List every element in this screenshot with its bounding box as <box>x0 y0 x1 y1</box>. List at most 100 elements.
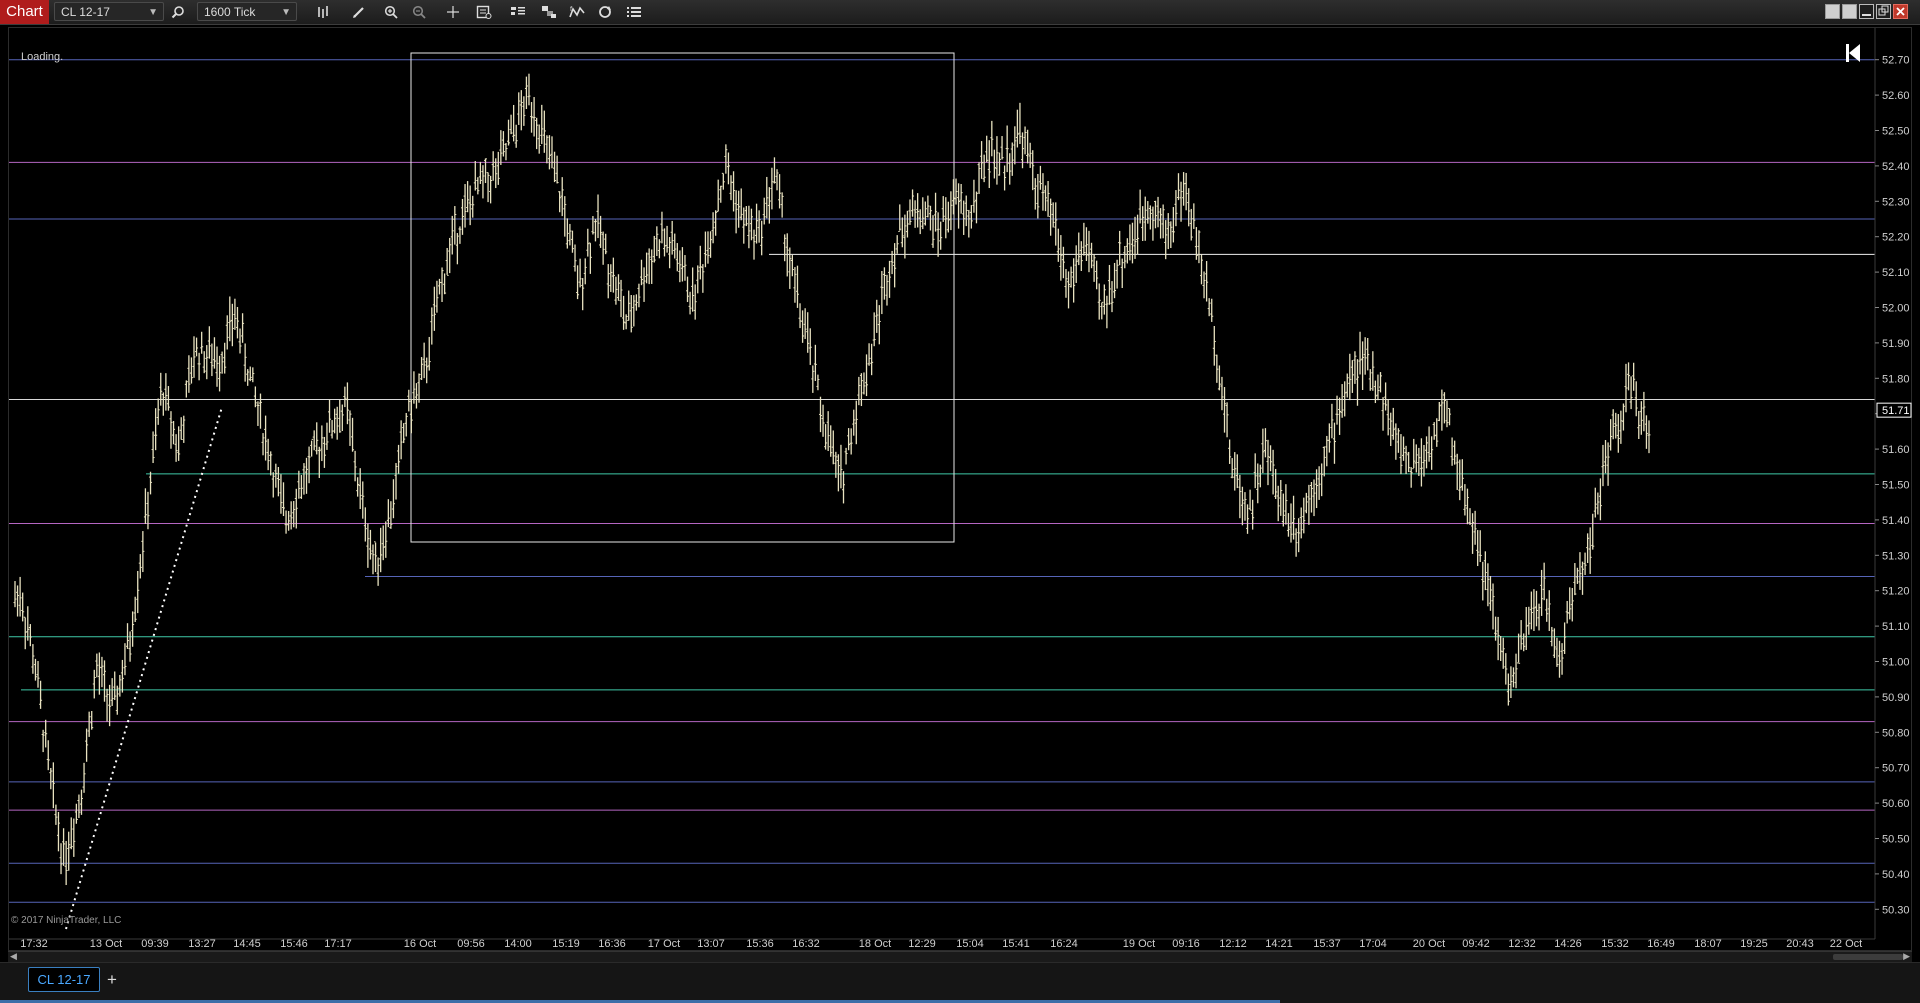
x-tick-label: 18 Oct <box>859 938 891 950</box>
x-tick-label: 15:36 <box>746 938 774 950</box>
y-tick-label: 52.30 <box>1882 196 1910 208</box>
y-tick-label: 51.60 <box>1882 444 1910 456</box>
x-tick-label: 15:32 <box>1601 938 1629 950</box>
x-tick-label: 18:07 <box>1694 938 1722 950</box>
chart-title-tab[interactable]: Chart <box>0 0 49 24</box>
zoom-in-icon[interactable] <box>381 2 401 22</box>
y-tick-label: 52.50 <box>1882 126 1910 138</box>
ninjatrader-chart-window: Chart CL 12-17 ▼ 1600 Tick ▼ f 52.70 52.… <box>0 0 1920 1003</box>
x-tick-label: 14:45 <box>233 938 261 950</box>
x-tick-label: 15:04 <box>956 938 984 950</box>
x-tick-label: 14:00 <box>504 938 532 950</box>
x-tick-label: 13:27 <box>188 938 216 950</box>
crosshair-icon[interactable] <box>443 2 463 22</box>
chart-trader-icon[interactable] <box>508 2 528 22</box>
y-tick-label: 52.00 <box>1882 303 1910 315</box>
y-tick-label: 51.40 <box>1882 515 1910 527</box>
y-tick-label: 51.10 <box>1882 621 1910 633</box>
y-tick-label: 52.60 <box>1882 90 1910 102</box>
x-tick-label: 15:19 <box>552 938 580 950</box>
y-tick-label: 50.40 <box>1882 869 1910 881</box>
x-tick-label: 09:42 <box>1462 938 1490 950</box>
y-tick-label: 52.70 <box>1882 55 1910 67</box>
x-tick-label: 19 Oct <box>1123 938 1155 950</box>
horizontal-scrollbar[interactable]: ◀ ▶ <box>8 951 1912 962</box>
indicators-icon[interactable]: f <box>567 2 587 22</box>
x-tick-label: 17:04 <box>1359 938 1387 950</box>
x-tick-label: 13 Oct <box>90 938 122 950</box>
chevron-down-icon: ▼ <box>148 7 158 18</box>
rectangle-drawing <box>410 52 955 543</box>
trend-line-drawing <box>65 406 223 930</box>
scroll-left-icon[interactable]: ◀ <box>10 951 17 962</box>
y-tick-label: 50.50 <box>1882 834 1910 846</box>
strategies-icon[interactable] <box>595 2 615 22</box>
x-tick-label: 16:36 <box>598 938 626 950</box>
tab-instrument[interactable]: CL 12-17 <box>28 967 100 992</box>
y-tick-label: 51.50 <box>1882 480 1910 492</box>
y-tick-label: 52.10 <box>1882 267 1910 279</box>
interval-value: 1600 Tick <box>204 5 256 19</box>
x-tick-label: 16 Oct <box>404 938 436 950</box>
chevron-down-icon: ▼ <box>281 7 291 18</box>
tile-icon[interactable] <box>1842 4 1857 19</box>
x-tick-label: 14:21 <box>1265 938 1293 950</box>
price-chart[interactable]: 52.70 52.60 52.50 52.40 52.30 52.20 52.10 52.00… <box>9 28 1913 952</box>
close-icon[interactable] <box>1893 4 1908 19</box>
scroll-to-end-icon[interactable] <box>1843 42 1863 64</box>
templates-icon[interactable] <box>539 2 559 22</box>
x-tick-label: 16:32 <box>792 938 820 950</box>
instrument-value: CL 12-17 <box>61 5 110 19</box>
y-tick-label: 50.80 <box>1882 727 1910 739</box>
x-tick-label: 13:07 <box>697 938 725 950</box>
add-tab-icon[interactable]: + <box>103 967 121 992</box>
interval-selector[interactable]: 1600 Tick ▼ <box>197 2 297 21</box>
y-tick-label: 50.90 <box>1882 692 1910 704</box>
properties-icon[interactable] <box>624 2 644 22</box>
x-tick-label: 20:43 <box>1786 938 1814 950</box>
scroll-right-icon[interactable]: ▶ <box>1903 951 1910 962</box>
chart-toolbar: Chart CL 12-17 ▼ 1600 Tick ▼ f <box>0 0 1920 25</box>
restore-icon[interactable] <box>1825 4 1840 19</box>
maximize-icon[interactable] <box>1876 4 1891 19</box>
instrument-selector[interactable]: CL 12-17 ▼ <box>54 2 164 21</box>
y-tick-label: 50.30 <box>1882 904 1910 916</box>
scrollbar-thumb[interactable] <box>1833 954 1903 960</box>
x-tick-label: 16:49 <box>1647 938 1675 950</box>
x-tick-label: 17:17 <box>324 938 352 950</box>
x-tick-label: 09:16 <box>1172 938 1200 950</box>
y-tick-label: 50.60 <box>1882 798 1910 810</box>
drawing-tool-icon[interactable] <box>349 2 369 22</box>
search-icon[interactable] <box>168 2 188 22</box>
data-box-icon[interactable] <box>474 2 494 22</box>
y-tick-label: 51.30 <box>1882 550 1910 562</box>
y-tick-label: 51.90 <box>1882 338 1910 350</box>
zoom-out-icon[interactable] <box>409 2 429 22</box>
y-tick-label: 51.20 <box>1882 586 1910 598</box>
y-tick-label: 52.20 <box>1882 232 1910 244</box>
loading-status: Loading. <box>21 51 64 63</box>
x-tick-label: 22 Oct <box>1830 938 1862 950</box>
x-tick-label: 15:46 <box>280 938 308 950</box>
x-tick-label: 16:24 <box>1050 938 1078 950</box>
x-tick-label: 12:12 <box>1219 938 1247 950</box>
x-tick-label: 14:26 <box>1554 938 1582 950</box>
x-tick-label: 15:37 <box>1313 938 1341 950</box>
copyright-label: © 2017 NinjaTrader, LLC <box>11 915 122 926</box>
x-tick-label: 12:32 <box>1508 938 1536 950</box>
y-tick-label: 50.70 <box>1882 763 1910 775</box>
chart-panel[interactable]: 52.70 52.60 52.50 52.40 52.30 52.20 52.10 52.00… <box>8 27 1912 951</box>
x-tick-label: 19:25 <box>1740 938 1768 950</box>
x-tick-label: 15:41 <box>1002 938 1030 950</box>
x-tick-label: 20 Oct <box>1413 938 1445 950</box>
current-price-label: 51.71 <box>1882 405 1910 417</box>
y-tick-label: 51.00 <box>1882 657 1910 669</box>
y-tick-label: 51.80 <box>1882 373 1910 385</box>
chart-tab-bar: CL 12-17 + <box>0 962 1920 1003</box>
y-tick-label: 52.40 <box>1882 161 1910 173</box>
x-tick-label: 17 Oct <box>648 938 680 950</box>
x-tick-label: 12:29 <box>908 938 936 950</box>
bar-type-icon[interactable] <box>313 2 333 22</box>
minimize-icon[interactable] <box>1859 4 1874 19</box>
x-tick-label: 17:32 <box>20 938 48 950</box>
